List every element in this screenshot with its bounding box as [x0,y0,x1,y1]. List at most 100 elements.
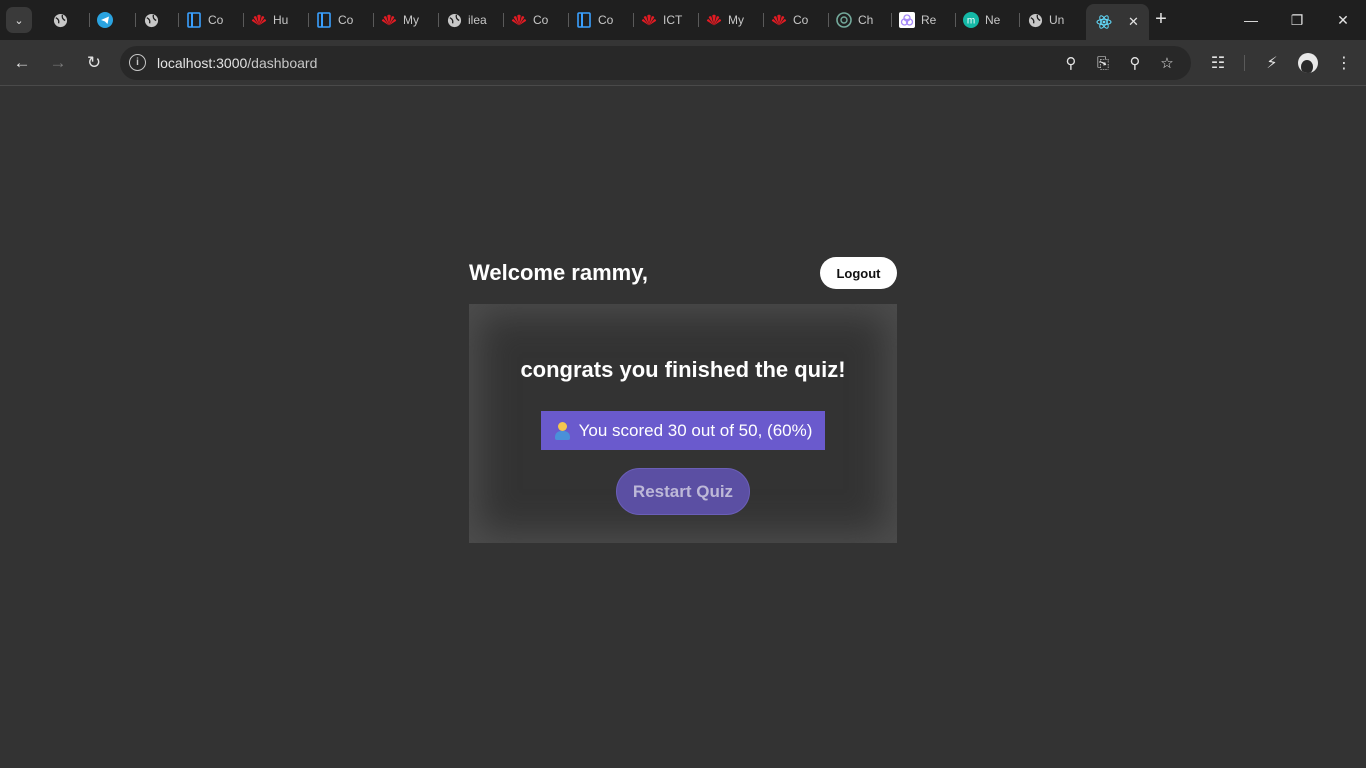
huawei-icon [511,12,527,28]
browser-tab[interactable]: Un [1027,6,1071,34]
globe-icon [1027,12,1043,28]
address-bar[interactable]: i localhost:3000/dashboard ⚲ ⎘ ⚲ ☆ [120,46,1191,80]
bookmark-star-icon[interactable]: ☆ [1157,53,1177,73]
performance-icon[interactable]: ⚡ [1261,52,1283,74]
tab-title: Ch [858,13,874,27]
tab-title: Co [598,13,614,27]
browser-tab[interactable]: Re [899,6,943,34]
tab-title: My [728,13,744,27]
extensions-icon[interactable]: ☷ [1207,52,1229,74]
app-icon [899,12,915,28]
profile-avatar[interactable] [1298,53,1318,73]
site-info-icon[interactable]: i [129,54,146,71]
back-button[interactable]: ← [8,49,36,77]
browser-tab[interactable]: Co [186,6,230,34]
tab-separator [698,13,699,27]
tab-separator [891,13,892,27]
restore-button[interactable]: ❐ [1274,0,1320,40]
m-badge-icon: m [963,12,979,28]
tab-separator [178,13,179,27]
tab-title: Co [793,13,809,27]
tab-separator [955,13,956,27]
tab-title: Re [921,13,937,27]
huawei-icon [641,12,657,28]
browser-tab[interactable]: Co [576,6,620,34]
congrats-heading: congrats you finished the quiz! [520,357,846,382]
tab-separator [1019,13,1020,27]
browser-tab[interactable]: Co [771,6,815,34]
tab-title: My [403,13,419,27]
tab-title: ilea [468,13,487,27]
huawei-icon [381,12,397,28]
browser-tab[interactable]: My [381,6,425,34]
tab-title: Hu [273,13,289,27]
restore-icon: ❐ [1290,11,1304,28]
tab-separator [438,13,439,27]
close-tab-icon[interactable]: ✕ [1128,14,1139,30]
huawei-icon [251,12,267,28]
zoom-icon[interactable]: ⚲ [1125,53,1145,73]
tab-title: Ne [985,13,1001,27]
new-tab-button[interactable]: + [1150,9,1172,31]
tab-separator [503,13,504,27]
logout-button[interactable]: Logout [820,257,897,289]
toolbar-divider [1244,55,1245,71]
tab-separator [308,13,309,27]
svg-text:m: m [967,16,975,27]
minimize-icon: — [1244,12,1258,28]
person-emoji-icon [554,421,570,440]
browser-tab[interactable]: Co [316,6,360,34]
minimize-button[interactable]: — [1228,0,1274,40]
vscode-icon [186,12,202,28]
url-text[interactable]: localhost:3000/dashboard [157,55,317,71]
tab-separator [89,13,90,27]
restart-quiz-button[interactable]: Restart Quiz [616,468,750,515]
score-text: You scored 30 out of 50, (60%) [578,420,813,440]
forward-button[interactable]: → [44,49,72,77]
huawei-icon [706,12,722,28]
tab-title: Un [1049,13,1065,27]
close-icon: ✕ [1337,11,1349,28]
active-tab[interactable]: ✕ [1086,4,1149,40]
browser-tab[interactable]: ICT [641,6,685,34]
browser-tab[interactable]: ilea [446,6,490,34]
tab-separator [568,13,569,27]
tab-search-button[interactable]: ⌄ [6,7,32,33]
close-window-button[interactable]: ✕ [1320,0,1366,40]
browser-tab[interactable]: My [706,6,750,34]
install-app-icon[interactable]: ⎘ [1093,53,1113,73]
tab-title: Co [338,13,354,27]
tab-separator [373,13,374,27]
tab-separator [763,13,764,27]
browser-tab[interactable] [97,6,119,34]
chatgpt-icon [836,12,852,28]
browser-tab[interactable]: Co [511,6,555,34]
result-card: congrats you finished the quiz! You scor… [469,304,897,543]
browser-tab[interactable]: m Ne [963,6,1007,34]
globe-icon [143,12,159,28]
tab-title: Co [208,13,224,27]
tab-title: ICT [663,13,683,27]
tab-separator [243,13,244,27]
tab-separator [828,13,829,27]
tab-strip: ⌄ Co Hu Co My ilea Co Co ICT My Co Ch Re m Ne Un ✕ + —… [0,0,1366,40]
browser-tab[interactable] [143,6,165,34]
vscode-icon [576,12,592,28]
huawei-icon [771,12,787,28]
password-key-icon[interactable]: ⚲ [1061,53,1081,73]
tab-title: Co [533,13,549,27]
globe-icon [446,12,462,28]
browser-tab[interactable]: Hu [251,6,295,34]
url-host: localhost:3000 [157,55,248,71]
telegram-icon [97,12,113,28]
browser-toolbar: ← → ↻ i localhost:3000/dashboard ⚲ ⎘ ⚲ ☆… [0,40,1366,86]
chevron-down-icon: ⌄ [14,14,24,27]
menu-kebab-icon[interactable]: ⋮ [1333,52,1355,74]
browser-tab[interactable] [52,6,74,34]
react-icon [1096,14,1112,30]
browser-tab[interactable]: Ch [836,6,880,34]
reload-button[interactable]: ↻ [80,49,108,77]
vscode-icon [316,12,332,28]
score-banner: You scored 30 out of 50, (60%) [541,411,825,450]
page-content: Welcome rammy, Logout congrats you finis… [0,87,1366,768]
